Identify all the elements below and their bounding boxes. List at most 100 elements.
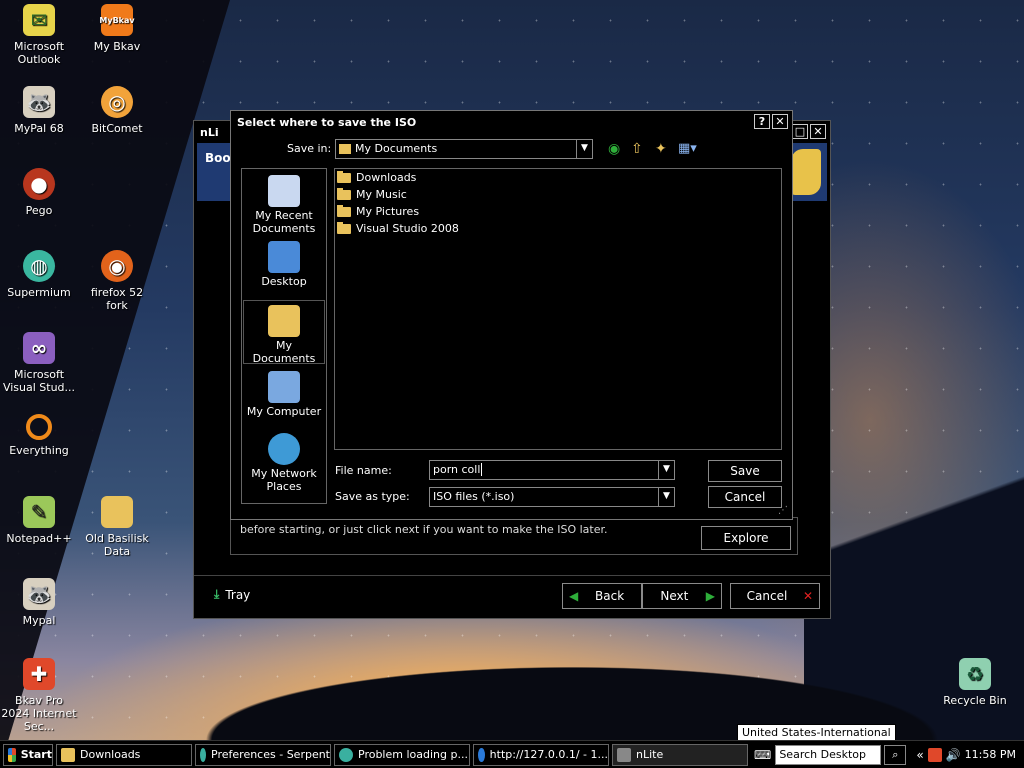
clock[interactable]: 11:58 PM <box>965 748 1016 761</box>
desktop-icon-recycle-bin[interactable]: ♻ Recycle Bin <box>937 658 1013 707</box>
list-item[interactable]: Downloads <box>335 169 781 186</box>
dialog-cancel-button[interactable]: Cancel <box>708 486 782 508</box>
view-menu-icon[interactable]: ▦▾ <box>678 141 697 156</box>
back-nav-icon[interactable]: ◉ <box>608 141 620 157</box>
maximize-button[interactable]: □ <box>792 124 808 139</box>
start-button[interactable]: Start <box>3 743 53 766</box>
desktop-icon-bitcomet[interactable]: ◎ BitComet <box>79 86 155 135</box>
place-my-documents[interactable]: My Documents <box>243 300 325 365</box>
resize-grip-icon[interactable]: ⋰ <box>778 505 788 516</box>
text-caret <box>481 463 483 476</box>
help-button[interactable]: ? <box>754 114 770 129</box>
recycle-bin-icon: ♻ <box>959 658 991 690</box>
windows-logo-icon <box>8 747 16 762</box>
desktop-icon-everything[interactable]: Everything <box>1 414 77 457</box>
taskbar: Start Downloads Preferences - Serpent Pr… <box>0 740 1024 768</box>
next-arrow-icon: ▶ <box>705 589 715 603</box>
desktop-icon-mypal[interactable]: 🦝 Mypal <box>1 578 77 627</box>
list-item[interactable]: Visual Studio 2008 <box>335 220 781 237</box>
explore-button[interactable]: Explore <box>701 526 791 550</box>
list-item[interactable]: My Pictures <box>335 203 781 220</box>
place-desktop[interactable]: Desktop <box>243 237 325 288</box>
place-my-recent-documents[interactable]: My Recent Documents <box>243 171 325 235</box>
nlite-cancel-button[interactable]: Cancel ✕ <box>730 583 820 609</box>
close-button[interactable]: ✕ <box>810 124 826 139</box>
place-my-computer[interactable]: My Computer <box>243 367 325 418</box>
cancel-x-icon: ✕ <box>802 589 813 603</box>
shield-icon[interactable] <box>927 747 942 762</box>
desktop-icon-supermium[interactable]: ◍ Supermium <box>1 250 77 299</box>
raccoon-icon: 🦝 <box>23 86 55 118</box>
places-bar: My Recent Documents Desktop My Documents… <box>241 168 327 504</box>
save-button[interactable]: Save <box>708 460 782 482</box>
bkav-icon: MyBkav <box>99 4 135 36</box>
chevron-down-icon: ▼ <box>576 140 592 158</box>
up-folder-icon[interactable]: ⇧ <box>631 141 643 157</box>
search-desktop-input[interactable]: Search Desktop <box>775 744 882 765</box>
desktop-icon-visual-studio[interactable]: ∞ Microsoft Visual Stud... <box>1 332 77 394</box>
list-item[interactable]: My Music <box>335 186 781 203</box>
computer-icon <box>268 371 300 403</box>
desktop-icon-notepadpp[interactable]: ✎ Notepad++ <box>1 496 77 545</box>
taskbar-item-problem-loading[interactable]: Problem loading p... <box>334 743 470 766</box>
notepad-icon: ✎ <box>23 496 55 528</box>
new-folder-icon[interactable]: ✦ <box>655 141 667 157</box>
folder-icon <box>337 170 351 183</box>
keyboard-icon[interactable]: ⌨ <box>754 748 771 762</box>
desktop-icon-pego[interactable]: ● Pego <box>1 168 77 217</box>
folder-icon <box>337 221 351 234</box>
dialog-titlebar: Select where to save the ISO ? ✕ <box>231 111 792 133</box>
network-globe-icon <box>268 433 300 465</box>
tray-chevron[interactable]: « <box>916 748 923 762</box>
shield-icon: ✚ <box>23 658 55 690</box>
firefox-icon: ◉ <box>101 250 133 282</box>
file-name-input[interactable]: porn coll ▼ <box>429 460 675 480</box>
file-name-label: File name: <box>335 464 392 477</box>
folder-icon <box>101 496 133 528</box>
save-in-dropdown[interactable]: My Documents ▼ <box>335 139 593 159</box>
search-icon[interactable]: ⌕ <box>884 744 907 765</box>
chevron-down-icon: ▼ <box>658 488 674 506</box>
nlite-logo-icon <box>791 149 821 195</box>
desktop-icon-mypal68[interactable]: 🦝 MyPal 68 <box>1 86 77 135</box>
taskbar-item-localhost[interactable]: http://127.0.0.1/ - 1... <box>473 743 609 766</box>
tray-icon: ⤓ <box>214 587 220 601</box>
everything-icon <box>26 414 52 440</box>
language-tooltip: United States-International <box>737 724 896 741</box>
desktop-icon-outlook[interactable]: ✉ Microsoft Outlook <box>1 4 77 66</box>
serpent-icon <box>339 747 353 762</box>
desktop-icon-old-basilisk-data[interactable]: Old Basilisk Data <box>79 496 155 558</box>
back-button[interactable]: ◀ Back <box>562 583 642 609</box>
taskbar-item-downloads[interactable]: Downloads <box>56 743 192 766</box>
clock-document-icon <box>268 175 300 207</box>
pego-icon: ● <box>23 168 55 200</box>
taskbar-item-serpent[interactable]: Preferences - Serpent <box>195 743 331 766</box>
save-in-label: Save in: <box>287 142 332 155</box>
tray-button[interactable]: ⤓ Tray <box>214 587 250 602</box>
serpent-icon <box>200 747 207 762</box>
next-button[interactable]: Next ▶ <box>642 583 722 609</box>
my-documents-folder-icon <box>268 305 300 337</box>
desktop-icon-bkav-pro[interactable]: ✚ Bkav Pro 2024 Internet Sec... <box>1 658 77 733</box>
file-list[interactable]: Downloads My Music My Pictures Visual St… <box>334 168 782 450</box>
supermium-icon: ◍ <box>23 250 55 282</box>
folder-icon <box>337 187 351 200</box>
chevron-down-icon: ▼ <box>658 461 674 479</box>
my-documents-icon <box>339 144 351 154</box>
folder-icon <box>61 747 75 762</box>
visual-studio-icon: ∞ <box>23 332 55 364</box>
outlook-icon: ✉ <box>23 4 55 36</box>
bitcomet-icon: ◎ <box>101 86 133 118</box>
ie-icon <box>478 747 485 762</box>
save-as-type-dropdown[interactable]: ISO files (*.iso) ▼ <box>429 487 675 507</box>
desktop-icon-firefox[interactable]: ◉ firefox 52 fork <box>79 250 155 312</box>
raccoon-icon: 🦝 <box>23 578 55 610</box>
dialog-close-button[interactable]: ✕ <box>772 114 788 129</box>
nlite-icon <box>617 747 631 762</box>
volume-icon[interactable]: 🔊 <box>946 748 961 762</box>
desktop-icon <box>268 241 300 273</box>
place-my-network-places[interactable]: My Network Places <box>243 429 325 493</box>
desktop-icon-my-bkav[interactable]: MyBkav My Bkav <box>79 4 155 53</box>
folder-icon <box>337 204 351 217</box>
taskbar-item-nlite[interactable]: nLite <box>612 743 748 766</box>
